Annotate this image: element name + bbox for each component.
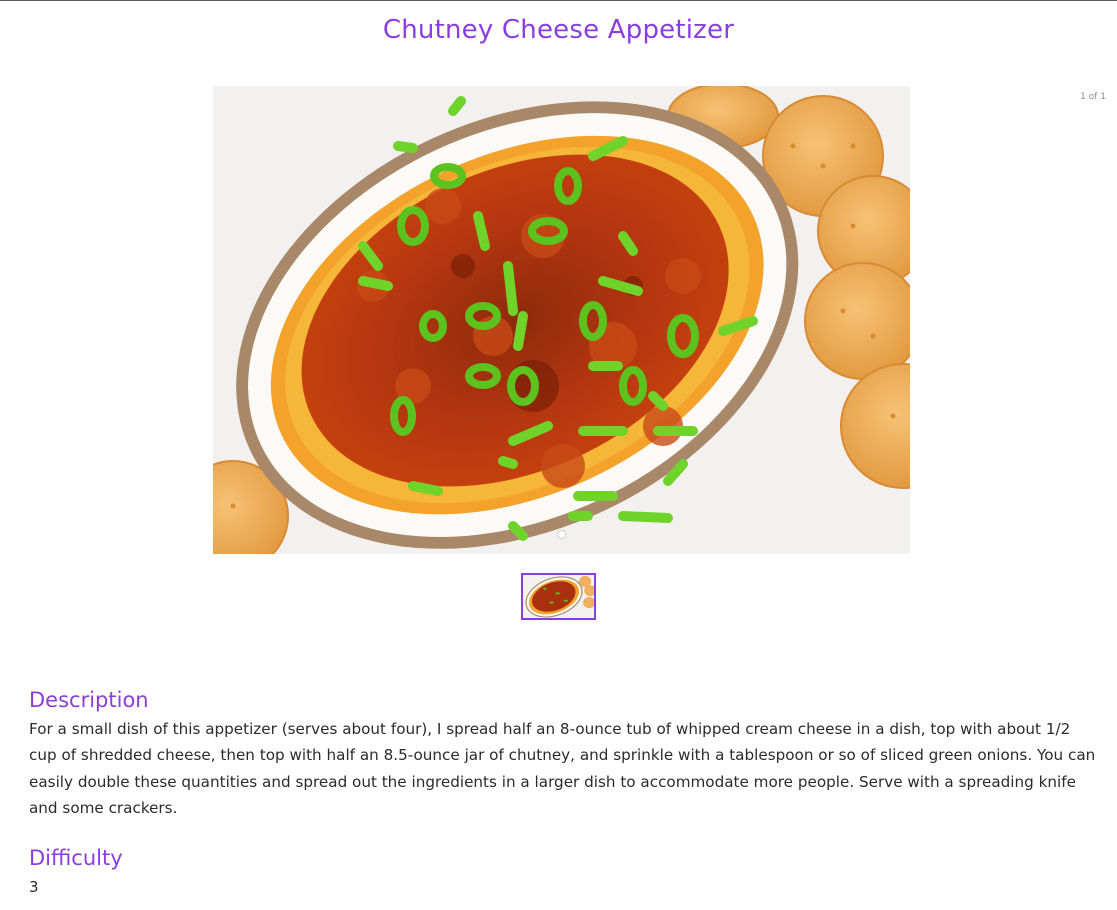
carousel-indicator-dot[interactable]	[558, 531, 565, 538]
page-title: Chutney Cheese Appetizer	[382, 15, 735, 45]
description-heading: Description	[29, 688, 149, 712]
image-counter: 1 of 1	[1080, 92, 1106, 102]
description-text: For a small dish of this appetizer (serv…	[29, 720, 1096, 817]
difficulty-heading: Difficulty	[29, 846, 123, 870]
top-divider	[0, 0, 1117, 1]
thumbnail-image	[523, 575, 594, 618]
image-carousel[interactable]	[213, 86, 910, 554]
thumbnail-button[interactable]	[521, 573, 596, 620]
difficulty-value: 3	[29, 878, 39, 896]
recipe-main-image	[213, 86, 910, 554]
